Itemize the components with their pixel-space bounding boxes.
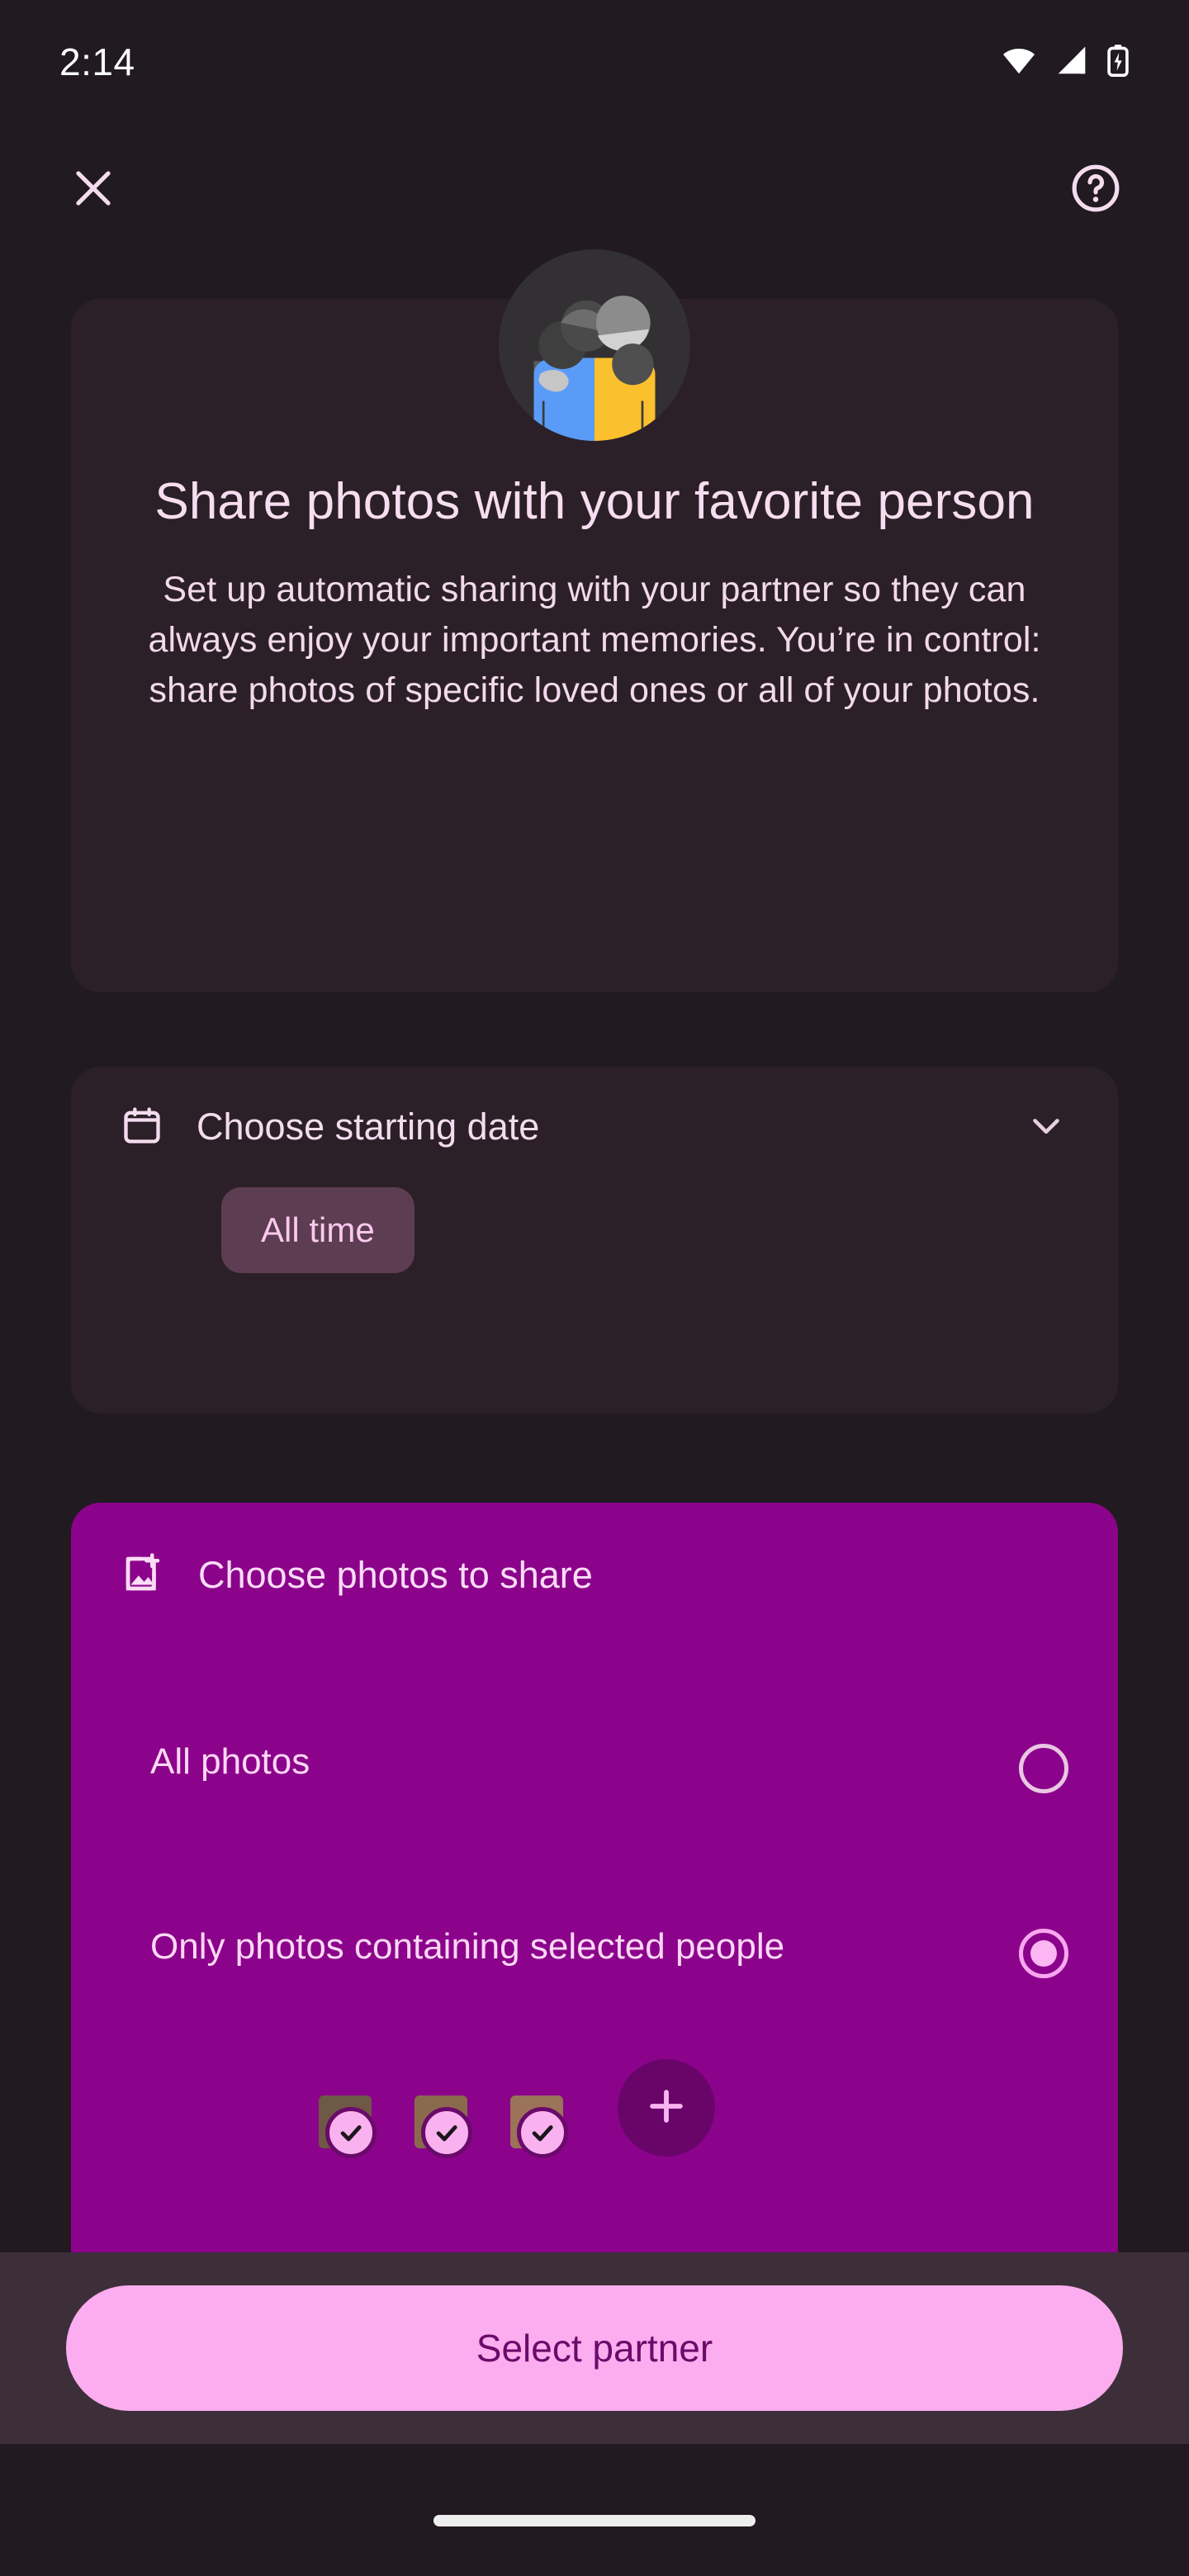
gesture-pill[interactable] [433, 2515, 756, 2526]
option-selected-people-label: Only photos containing selected people [150, 1926, 785, 1967]
help-button[interactable] [1060, 154, 1131, 225]
intro-card: Share photos with your favorite person S… [71, 249, 1118, 992]
select-partner-button[interactable]: Select partner [66, 2285, 1123, 2411]
option-all-photos-label: All photos [150, 1741, 310, 1782]
page-title: Share photos with your favorite person [154, 473, 1035, 530]
all-time-chip[interactable]: All time [221, 1187, 414, 1273]
wifi-icon [1001, 46, 1037, 78]
app-bar [0, 124, 1189, 256]
plus-icon [642, 2082, 690, 2134]
add-photo-icon [121, 1551, 165, 1600]
status-icon-group [1001, 44, 1130, 81]
selected-person-avatar[interactable] [414, 2095, 472, 2158]
close-icon [68, 163, 119, 218]
chevron-down-icon[interactable] [1024, 1103, 1068, 1152]
starting-date-title: Choose starting date [197, 1106, 540, 1148]
app-screen: 2:14 Share photos with your favorite per… [0, 0, 1189, 2576]
add-person-button[interactable] [618, 2059, 715, 2157]
option-selected-people-radio[interactable] [1019, 1929, 1068, 1978]
check-icon [421, 2107, 472, 2158]
status-bar: 2:14 [0, 0, 1189, 124]
selected-person-avatar[interactable] [319, 2095, 377, 2158]
choose-photos-header: Choose photos to share [71, 1503, 1118, 1648]
selected-people-row [71, 2059, 1118, 2185]
cellular-signal-icon [1055, 45, 1088, 79]
bottom-action-bar: Select partner [0, 2252, 1189, 2444]
option-all-photos-radio[interactable] [1019, 1744, 1068, 1793]
option-all-photos[interactable]: All photos [71, 1739, 1118, 1836]
system-navigation-bar [0, 2444, 1189, 2576]
two-people-illustration [499, 249, 690, 441]
starting-date-header[interactable]: Choose starting date [71, 1067, 1118, 1187]
selected-person-avatar[interactable] [510, 2095, 568, 2158]
scroll-content: Share photos with your favorite person S… [0, 249, 1189, 2479]
choose-photos-title: Choose photos to share [198, 1554, 593, 1596]
page-description: Set up automatic sharing with your partn… [148, 569, 1041, 710]
check-icon [325, 2107, 377, 2158]
option-selected-people[interactable]: Only photos containing selected people [71, 1924, 1118, 2021]
battery-charging-icon [1106, 44, 1130, 81]
calendar-icon [121, 1104, 163, 1151]
help-circle-icon [1070, 163, 1121, 218]
check-icon [517, 2107, 568, 2158]
status-time: 2:14 [59, 40, 135, 83]
starting-date-card: Choose starting date All time [71, 1067, 1118, 1413]
close-button[interactable] [58, 154, 129, 225]
